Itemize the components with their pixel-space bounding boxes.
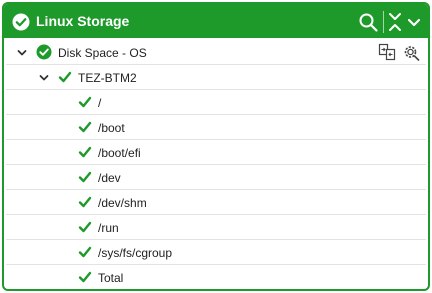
tree-row-host[interactable]: TEZ-BTM2 xyxy=(6,65,426,90)
tree-row-mount[interactable]: /sys/fs/cgroup xyxy=(6,240,426,265)
tree-row-total[interactable]: Total xyxy=(6,265,426,289)
mount-label: /run xyxy=(98,221,119,235)
mount-label: /boot xyxy=(98,121,125,135)
check-icon xyxy=(78,271,92,283)
settings-gear-icon[interactable] xyxy=(402,43,420,61)
mount-label: /dev/shm xyxy=(98,196,147,210)
tree-row-mount[interactable]: /dev xyxy=(6,165,426,190)
swap-view-icon[interactable] xyxy=(378,43,396,61)
check-icon xyxy=(78,246,92,258)
chevron-down-icon[interactable] xyxy=(403,11,425,33)
chevron-down-icon[interactable] xyxy=(38,72,50,84)
check-icon xyxy=(78,196,92,208)
mount-label: /sys/fs/cgroup xyxy=(98,246,173,260)
mount-label: / xyxy=(98,96,102,110)
chevron-down-icon[interactable] xyxy=(16,47,28,59)
group-label: Disk Space - OS xyxy=(58,46,147,60)
linux-storage-widget: Linux Storage Disk Space - OS TEZ-BTM2 /… xyxy=(2,2,430,291)
tree-row-group[interactable]: Disk Space - OS xyxy=(6,40,426,65)
check-icon xyxy=(78,121,92,133)
tree-row-mount[interactable]: /run xyxy=(6,215,426,240)
mount-label: /boot/efi xyxy=(98,146,141,160)
total-label: Total xyxy=(98,271,124,285)
tree-row-mount[interactable]: /dev/shm xyxy=(6,190,426,215)
mount-label: /dev xyxy=(98,171,121,185)
tree-row-mount[interactable]: / xyxy=(6,90,426,115)
search-icon[interactable] xyxy=(357,11,379,33)
widget-header: Linux Storage xyxy=(4,4,428,38)
widget-title: Linux Storage xyxy=(36,13,130,29)
check-circle-icon xyxy=(36,44,52,60)
tree-row-mount[interactable]: /boot/efi xyxy=(6,140,426,165)
check-icon xyxy=(78,146,92,158)
check-icon xyxy=(78,171,92,183)
check-icon xyxy=(78,221,92,233)
check-circle-icon xyxy=(12,13,30,31)
check-icon xyxy=(58,71,72,83)
check-icon xyxy=(78,96,92,108)
tree-row-mount[interactable]: /boot xyxy=(6,115,426,140)
host-label: TEZ-BTM2 xyxy=(78,71,137,85)
